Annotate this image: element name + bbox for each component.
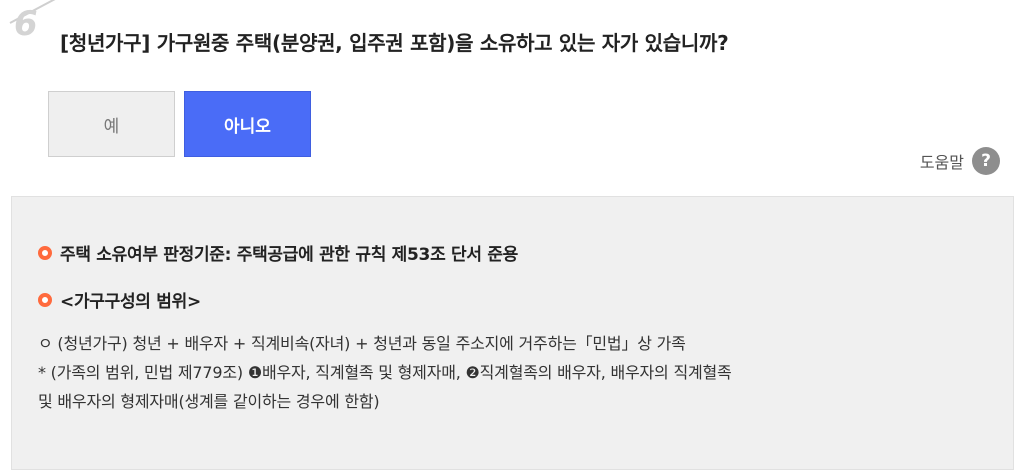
- info-panel: 주택 소유여부 판정기준: 주택공급에 관한 규칙 제53조 단서 준용 <가구…: [11, 196, 1014, 470]
- yes-button[interactable]: 예: [48, 91, 175, 157]
- question-title: [청년가구] 가구원중 주택(분양권, 입주권 포함)을 소유하고 있는 자가 …: [60, 31, 729, 55]
- scope-line: ㅇ (청년가구) 청년 + 배우자 + 직계비속(자녀) + 청년과 동일 주소…: [38, 334, 686, 353]
- scope-line: * (가족의 범위, 민법 제779조) ❶배우자, 직계혈족 및 형제자매, …: [38, 363, 732, 382]
- question-mark-icon[interactable]: ?: [972, 147, 1000, 175]
- scope-description: ㅇ (청년가구) 청년 + 배우자 + 직계비속(자녀) + 청년과 동일 주소…: [38, 329, 732, 416]
- help-label: 도움말: [919, 153, 964, 172]
- scope-line: 및 배우자의 형제자매(생계를 같이하는 경우에 한함): [38, 392, 380, 411]
- bullet-circle-icon: [38, 292, 52, 307]
- criteria-text: 주택 소유여부 판정기준: 주택공급에 관한 규칙 제53조 단서 준용: [60, 245, 519, 265]
- no-button[interactable]: 아니오: [184, 91, 311, 157]
- bullet-circle-icon: [38, 245, 52, 260]
- question-number: 6: [14, 4, 38, 44]
- criteria-row: 주택 소유여부 판정기준: 주택공급에 관한 규칙 제53조 단서 준용: [38, 240, 518, 265]
- scope-heading-row: <가구구성의 범위>: [38, 287, 201, 312]
- scope-heading: <가구구성의 범위>: [60, 292, 201, 312]
- help-button[interactable]: 도움말 ?: [920, 147, 1000, 175]
